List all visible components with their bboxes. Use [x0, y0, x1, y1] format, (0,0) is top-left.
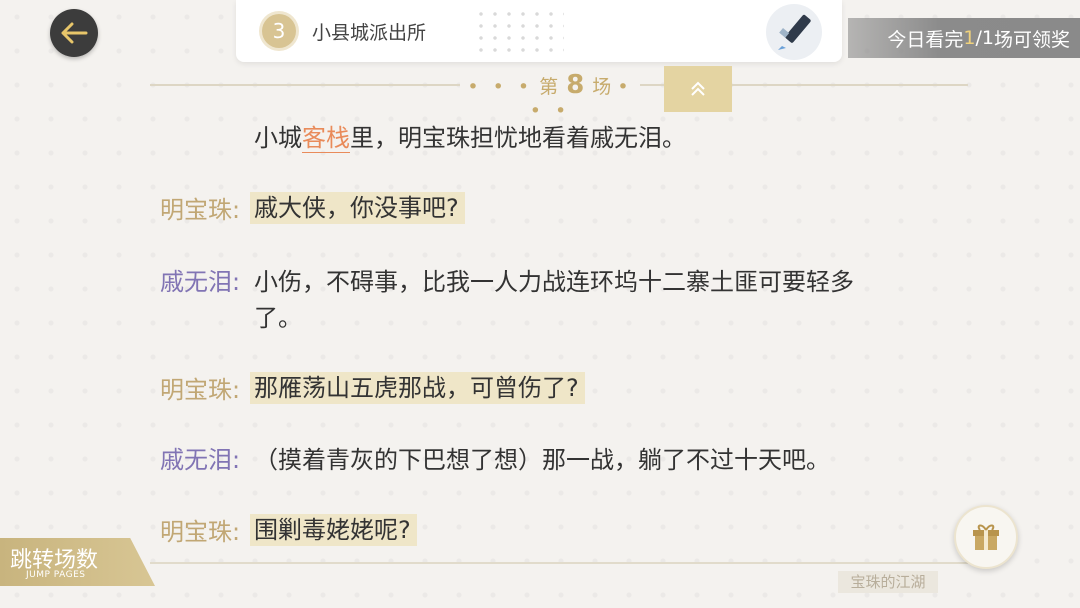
reward-banner[interactable]: 今日看完 1 /1 场可领奖: [848, 18, 1080, 58]
chapter-number-badge: 3: [262, 14, 296, 48]
back-button[interactable]: [50, 9, 98, 57]
reward-prefix: 今日看完: [887, 28, 964, 51]
pen-button[interactable]: [766, 4, 822, 60]
speaker-name: 明宝珠:: [160, 518, 241, 546]
reward-total: /1: [975, 27, 994, 49]
scene-prefix: 第: [539, 76, 559, 98]
chapter-bar: 3 小县城派出所: [236, 0, 842, 62]
gift-icon: [973, 524, 999, 550]
speaker-name: 戚无泪:: [160, 446, 241, 474]
scene-dots-left: • • •: [467, 76, 534, 98]
dots-decoration: [474, 8, 564, 54]
dialogue-line: 戚大侠，你没事吧?: [250, 188, 465, 224]
chevron-up-icon: [691, 81, 705, 96]
narration-keyword[interactable]: 客栈: [302, 124, 350, 153]
chapter-title: 小县城派出所: [312, 22, 427, 44]
narration-after: 里，明宝珠担忧地看着戚无泪。: [350, 124, 686, 152]
dialogue-text: 小伤，不碍事，比我一人力战连环坞十二寨土匪可要轻多: [254, 268, 854, 296]
dialogue-text: 围剿毒姥姥呢?: [250, 514, 417, 546]
scene-label: • • • 第8场 • • •: [460, 70, 640, 122]
reward-suffix: 场可领奖: [993, 28, 1070, 51]
narration-before: 小城: [254, 124, 302, 152]
book-watermark: 宝珠的江湖: [838, 571, 938, 593]
reader-page: 3 小县城派出所 今日看完 1 /1 场可领奖 • • • 第8场 • • • …: [0, 0, 1080, 608]
jump-pages-button[interactable]: 跳转场数 JUMP PAGES: [0, 538, 155, 586]
speaker-name: 明宝珠:: [160, 376, 241, 404]
dialogue-text: 戚大侠，你没事吧?: [250, 192, 465, 224]
dialogue-text: （摸着青灰的下巴想了想）那一战，躺了不过十天吧。: [254, 446, 830, 474]
bottom-divider: [150, 562, 968, 564]
narration-line: 小城客栈里，明宝珠担忧地看着戚无泪。: [254, 118, 686, 153]
speaker-name: 明宝珠:: [160, 196, 241, 224]
gift-button[interactable]: [954, 505, 1018, 569]
dialogue-line: 那雁荡山五虎那战，可曾伤了?: [250, 368, 585, 404]
jump-sublabel: JUMP PAGES: [26, 570, 86, 580]
scene-number: 8: [566, 70, 585, 100]
pen-icon: [778, 14, 811, 50]
arrow-left-icon: [61, 22, 88, 44]
speaker-name: 戚无泪:: [160, 268, 241, 296]
dialogue-line: 围剿毒姥姥呢?: [250, 510, 417, 546]
reward-progress: 1: [963, 27, 976, 49]
dialogue-text: 那雁荡山五虎那战，可曾伤了?: [250, 372, 585, 404]
scene-suffix: 场: [592, 76, 612, 98]
dialogue-text-continued: 了。: [254, 304, 302, 332]
collapse-button[interactable]: [664, 66, 732, 112]
